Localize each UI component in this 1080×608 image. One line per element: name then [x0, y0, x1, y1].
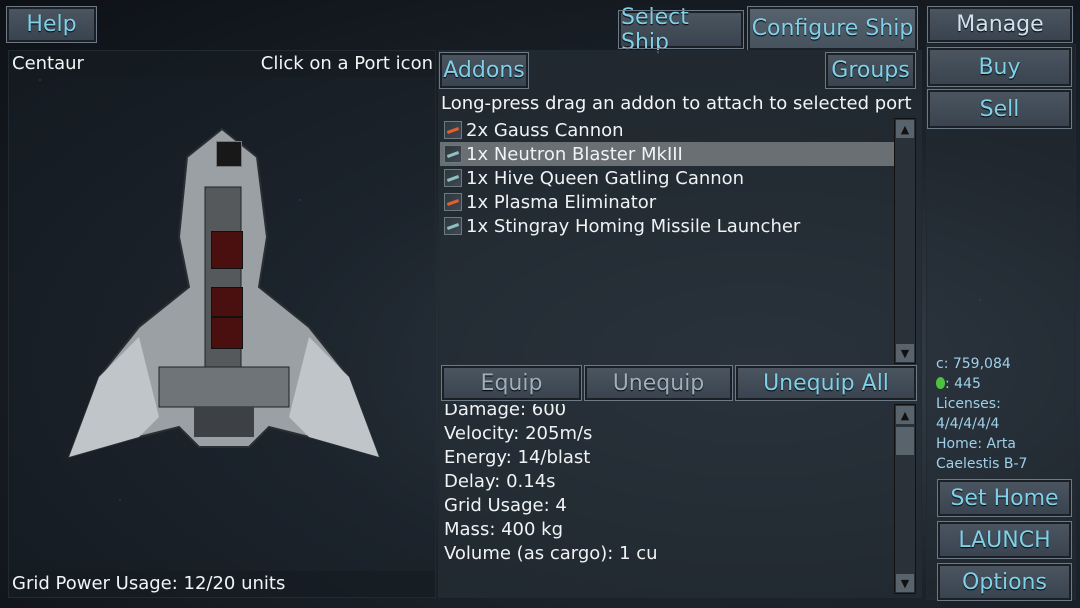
- help-button[interactable]: Help: [6, 6, 97, 43]
- buy-button[interactable]: Buy: [927, 47, 1072, 87]
- blaster-icon: [444, 145, 462, 163]
- stat-damage: Damage: 600: [444, 404, 567, 420]
- addon-label: 1x Hive Queen Gatling Cannon: [466, 167, 745, 189]
- addon-list-item[interactable]: 1x Plasma Eliminator: [440, 190, 894, 214]
- plasma-icon: [444, 193, 462, 211]
- port-icon-weapon-3[interactable]: [211, 317, 243, 349]
- addon-list-item[interactable]: 1x Stingray Homing Missile Launcher: [440, 214, 894, 238]
- manage-tab[interactable]: Manage: [927, 6, 1073, 43]
- scroll-down-arrow-icon[interactable]: ▼: [896, 574, 914, 592]
- port-icon-top[interactable]: [216, 141, 242, 167]
- stat-velocity: Velocity: 205m/s: [444, 423, 593, 444]
- addon-list-item[interactable]: 2x Gauss Cannon: [440, 118, 894, 142]
- port-icon-weapon-2[interactable]: [211, 287, 243, 317]
- stats-scrollbar[interactable]: ▲ ▼: [894, 404, 916, 594]
- addon-list: 2x Gauss Cannon 1x Neutron Blaster MkIII…: [440, 118, 894, 364]
- stat-mass: Mass: 400 kg: [444, 519, 564, 540]
- scroll-thumb[interactable]: [896, 427, 914, 455]
- scroll-up-arrow-icon[interactable]: ▲: [896, 406, 914, 424]
- port-hint: Click on a Port icon: [260, 53, 433, 74]
- home-location-detail: Caelestis B-7: [936, 456, 1028, 472]
- gems-row: : 445: [936, 374, 1076, 394]
- gem-icon: [936, 377, 945, 389]
- gem-count: : 445: [945, 376, 981, 392]
- player-info: c: 759,084 : 445 Licenses: 4/4/4/4/4 Hom…: [936, 354, 1076, 474]
- stat-volume: Volume (as cargo): 1 cu: [444, 543, 658, 564]
- gatling-icon: [444, 169, 462, 187]
- addon-list-scrollbar[interactable]: ▲ ▼: [894, 118, 916, 364]
- addon-list-item-selected[interactable]: 1x Neutron Blaster MkIII: [440, 142, 894, 166]
- scroll-up-arrow-icon[interactable]: ▲: [896, 120, 914, 138]
- credits: c: 759,084: [936, 356, 1011, 372]
- addon-instruction: Long-press drag an addon to attach to se…: [441, 93, 912, 114]
- addon-label: 2x Gauss Cannon: [466, 119, 624, 141]
- stat-energy: Energy: 14/blast: [444, 447, 591, 468]
- home-location: Home: Arta: [936, 436, 1016, 452]
- cannon-icon: [444, 121, 462, 139]
- ship-name: Centaur: [12, 53, 84, 74]
- launch-button[interactable]: LAUNCH: [937, 521, 1072, 559]
- licenses-value: 4/4/4/4/4: [936, 416, 1000, 432]
- addon-label: 1x Stingray Homing Missile Launcher: [466, 215, 801, 237]
- stat-grid-usage: Grid Usage: 4: [444, 495, 567, 516]
- addon-label: 1x Plasma Eliminator: [466, 191, 657, 213]
- addon-stats: Damage: 600 Velocity: 205m/s Energy: 14/…: [444, 404, 892, 594]
- ship-view-panel: Centaur Click on a Port icon Grid Power …: [8, 50, 436, 598]
- select-ship-tab[interactable]: Select Ship: [618, 5, 744, 55]
- equip-button[interactable]: Equip: [441, 365, 582, 401]
- options-button[interactable]: Options: [937, 563, 1072, 601]
- unequip-all-button[interactable]: Unequip All: [735, 365, 917, 401]
- addon-label: 1x Neutron Blaster MkIII: [466, 143, 683, 165]
- groups-tab[interactable]: Groups: [825, 52, 916, 89]
- scroll-down-arrow-icon[interactable]: ▼: [896, 344, 914, 362]
- sell-button[interactable]: Sell: [927, 89, 1072, 129]
- addons-tab[interactable]: Addons: [439, 52, 529, 89]
- unequip-button[interactable]: Unequip: [584, 365, 733, 401]
- set-home-button[interactable]: Set Home: [937, 479, 1072, 517]
- port-icon-weapon-1[interactable]: [211, 231, 243, 269]
- addon-list-item[interactable]: 1x Hive Queen Gatling Cannon: [440, 166, 894, 190]
- grid-power-usage: Grid Power Usage: 12/20 units: [12, 573, 286, 594]
- stat-delay: Delay: 0.14s: [444, 471, 556, 492]
- licenses-label: Licenses:: [936, 396, 1001, 412]
- missile-launcher-icon: [444, 217, 462, 235]
- configure-ship-tab[interactable]: Configure Ship: [747, 6, 918, 51]
